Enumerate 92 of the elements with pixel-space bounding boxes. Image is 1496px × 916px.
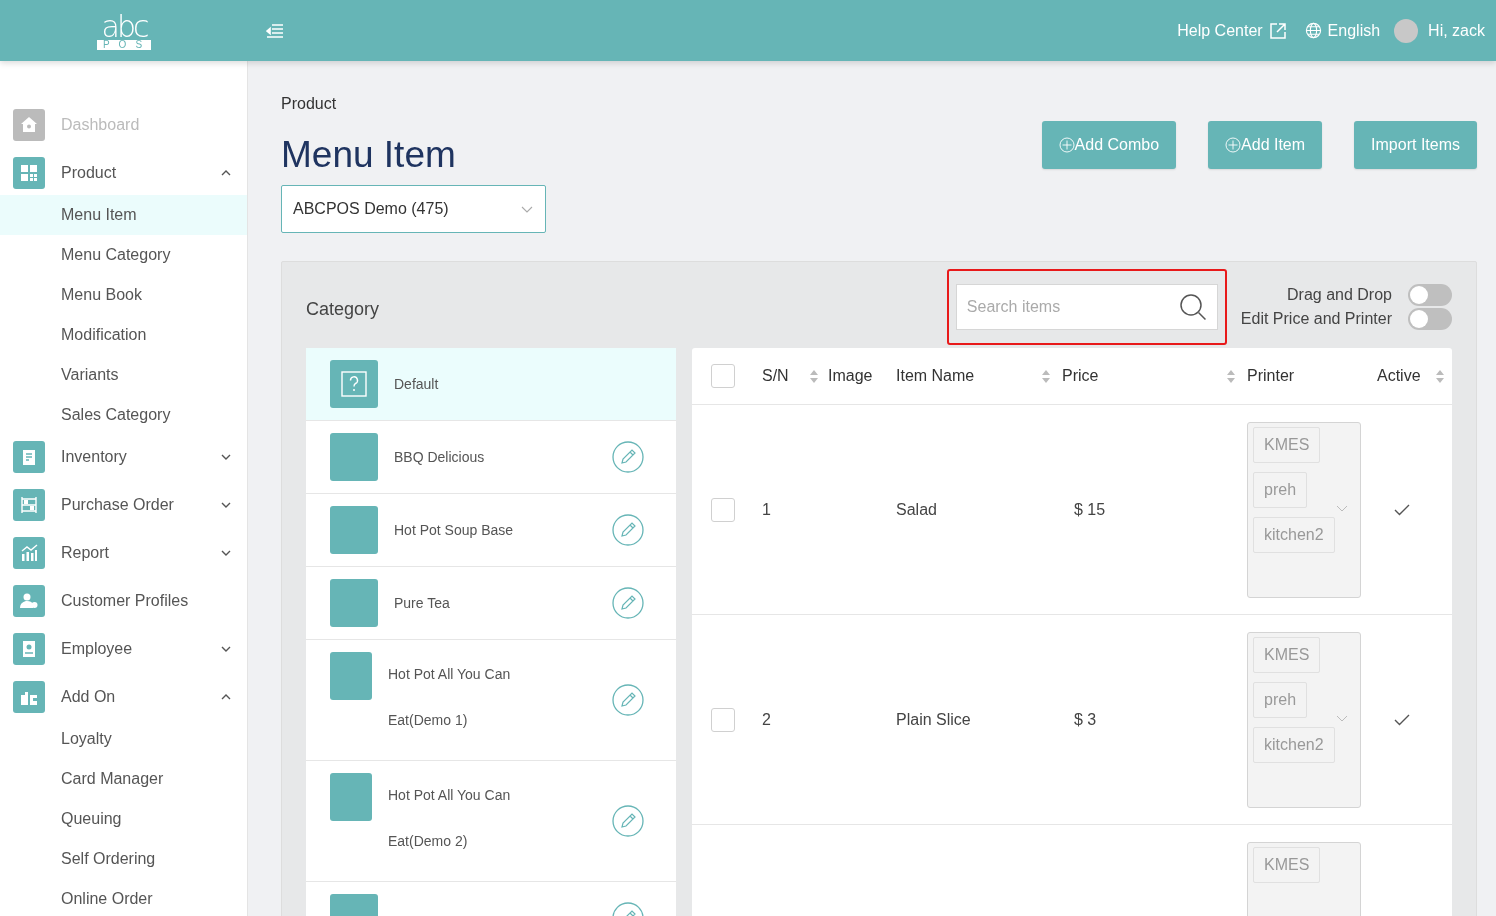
nav-item[interactable]: Employee xyxy=(0,627,247,671)
toggle-label: Edit Price and Printer xyxy=(1240,310,1392,329)
checkbox[interactable] xyxy=(711,364,735,389)
external-link-icon[interactable] xyxy=(1268,21,1287,40)
nav-subitem[interactable]: Modification xyxy=(0,315,247,355)
nav-item[interactable]: Inventory xyxy=(0,435,247,479)
checkbox[interactable] xyxy=(711,497,735,522)
nav-subitem[interactable]: Self Ordering xyxy=(0,839,247,879)
category-thumbnail xyxy=(330,506,378,555)
edit-icon[interactable] xyxy=(612,514,644,547)
nav-subitem[interactable]: Menu Book xyxy=(0,275,247,315)
chevron-icon xyxy=(521,205,533,213)
category-thumbnail xyxy=(330,773,372,822)
page-title: Menu Item xyxy=(281,133,456,177)
badge-icon xyxy=(13,633,45,665)
category-thumbnail xyxy=(330,652,372,701)
edit-icon[interactable] xyxy=(612,587,644,620)
category-thumbnail xyxy=(330,579,378,628)
sort-icon[interactable] xyxy=(1227,369,1235,383)
user-icon xyxy=(13,585,45,617)
sort-icon[interactable] xyxy=(810,369,818,383)
blocks-icon xyxy=(13,681,45,713)
edit-icon[interactable] xyxy=(612,805,644,838)
category-name: Hot Pot All You Can Eat(Demo 2) xyxy=(388,787,512,850)
section-heading: Category xyxy=(306,297,380,320)
toggle-switch[interactable] xyxy=(1408,308,1452,331)
column-header[interactable]: Item Name xyxy=(896,367,975,386)
category-name: Hot Pot All You Can Eat(Demo 1) xyxy=(388,666,512,729)
printer-tag: KMES xyxy=(1253,636,1321,673)
search-icon[interactable] xyxy=(1177,292,1208,323)
nav-subitem[interactable]: Sales Category xyxy=(0,395,247,435)
sort-icon[interactable] xyxy=(1436,369,1444,383)
grid-icon xyxy=(13,157,45,189)
nav-subitem[interactable]: Menu Item xyxy=(0,195,247,235)
chart-icon xyxy=(13,537,45,569)
chevron-icon xyxy=(1336,504,1348,512)
column-header[interactable]: Active xyxy=(1377,367,1421,386)
category-item[interactable]: BBQ Delicious xyxy=(306,421,676,495)
breadcrumb[interactable]: Product xyxy=(281,95,1477,113)
edit-icon[interactable] xyxy=(612,684,644,717)
category-item[interactable]: Hot Pot All You Can Eat(Demo 2) xyxy=(306,761,676,883)
table-cell-text: $ 3 xyxy=(1073,710,1097,729)
category-item[interactable]: Hot Pot Soup Base xyxy=(306,494,676,568)
column-header[interactable]: Printer xyxy=(1247,367,1295,386)
toggle-switch[interactable] xyxy=(1408,284,1452,307)
column-header[interactable]: S/N xyxy=(762,367,789,386)
nav-subitem[interactable]: Menu Category xyxy=(0,235,247,275)
printer-tag: kitchen2 xyxy=(1253,516,1335,553)
printer-tag: KMES xyxy=(1253,846,1321,883)
search-field[interactable]: Search items xyxy=(955,284,1218,331)
placeholder-image-icon xyxy=(330,360,378,409)
printer-tag: preh xyxy=(1253,681,1308,718)
category-item[interactable]: Pure Tea xyxy=(306,567,676,641)
sort-icon[interactable] xyxy=(1042,369,1050,383)
table-cell: Salad xyxy=(896,500,937,519)
nav-item[interactable]: Customer Profiles xyxy=(0,579,247,623)
table-cell: Plain Slice xyxy=(896,710,971,729)
nav-subitem[interactable]: Loyalty xyxy=(0,719,247,759)
toggle-label: Drag and Drop xyxy=(1287,286,1392,305)
table-cell-text: $ 15 xyxy=(1073,500,1106,519)
table-cell: 1 xyxy=(762,500,771,519)
clipboard-icon xyxy=(13,441,45,473)
nav-subitem[interactable]: Card Manager xyxy=(0,759,247,799)
nav-subitem[interactable]: Queuing xyxy=(0,799,247,839)
category-name: Default xyxy=(394,376,440,393)
home-icon xyxy=(13,109,45,141)
checkbox[interactable] xyxy=(711,707,735,732)
nav-subitem[interactable]: Variants xyxy=(0,355,247,395)
printer-tag: kitchen2 xyxy=(1253,726,1335,763)
category-name: Hot Pot Soup Base xyxy=(394,522,515,539)
category-thumbnail xyxy=(330,433,378,482)
category-name: BBQ Delicious xyxy=(394,449,486,466)
avatar[interactable] xyxy=(1394,18,1419,43)
globe-icon[interactable] xyxy=(1304,22,1322,39)
nav-subitem[interactable]: Online Order xyxy=(0,879,247,916)
nav-item[interactable]: Purchase Order xyxy=(0,483,247,527)
category-item[interactable]: Hot Pot All You Can Eat(Demo 1) xyxy=(306,640,676,762)
printer-tag: preh xyxy=(1253,471,1308,508)
category-item[interactable]: Default xyxy=(306,348,676,422)
edit-icon[interactable] xyxy=(612,441,644,474)
nav-item[interactable]: Report xyxy=(0,531,247,575)
store-select[interactable]: ABCPOS Demo (475) xyxy=(281,185,546,234)
printer-tag: KMES xyxy=(1253,426,1321,463)
column-header[interactable]: Image xyxy=(828,367,873,386)
nav-item[interactable]: Add On xyxy=(0,675,247,719)
shelf-icon xyxy=(13,489,45,521)
table-cell: 2 xyxy=(762,710,771,729)
category-name: Pure Tea xyxy=(394,595,451,612)
column-header[interactable]: Price xyxy=(1062,367,1099,386)
chevron-icon xyxy=(1336,714,1348,722)
menu-collapse-icon[interactable] xyxy=(266,23,284,38)
nav-item[interactable]: Product xyxy=(0,151,247,195)
